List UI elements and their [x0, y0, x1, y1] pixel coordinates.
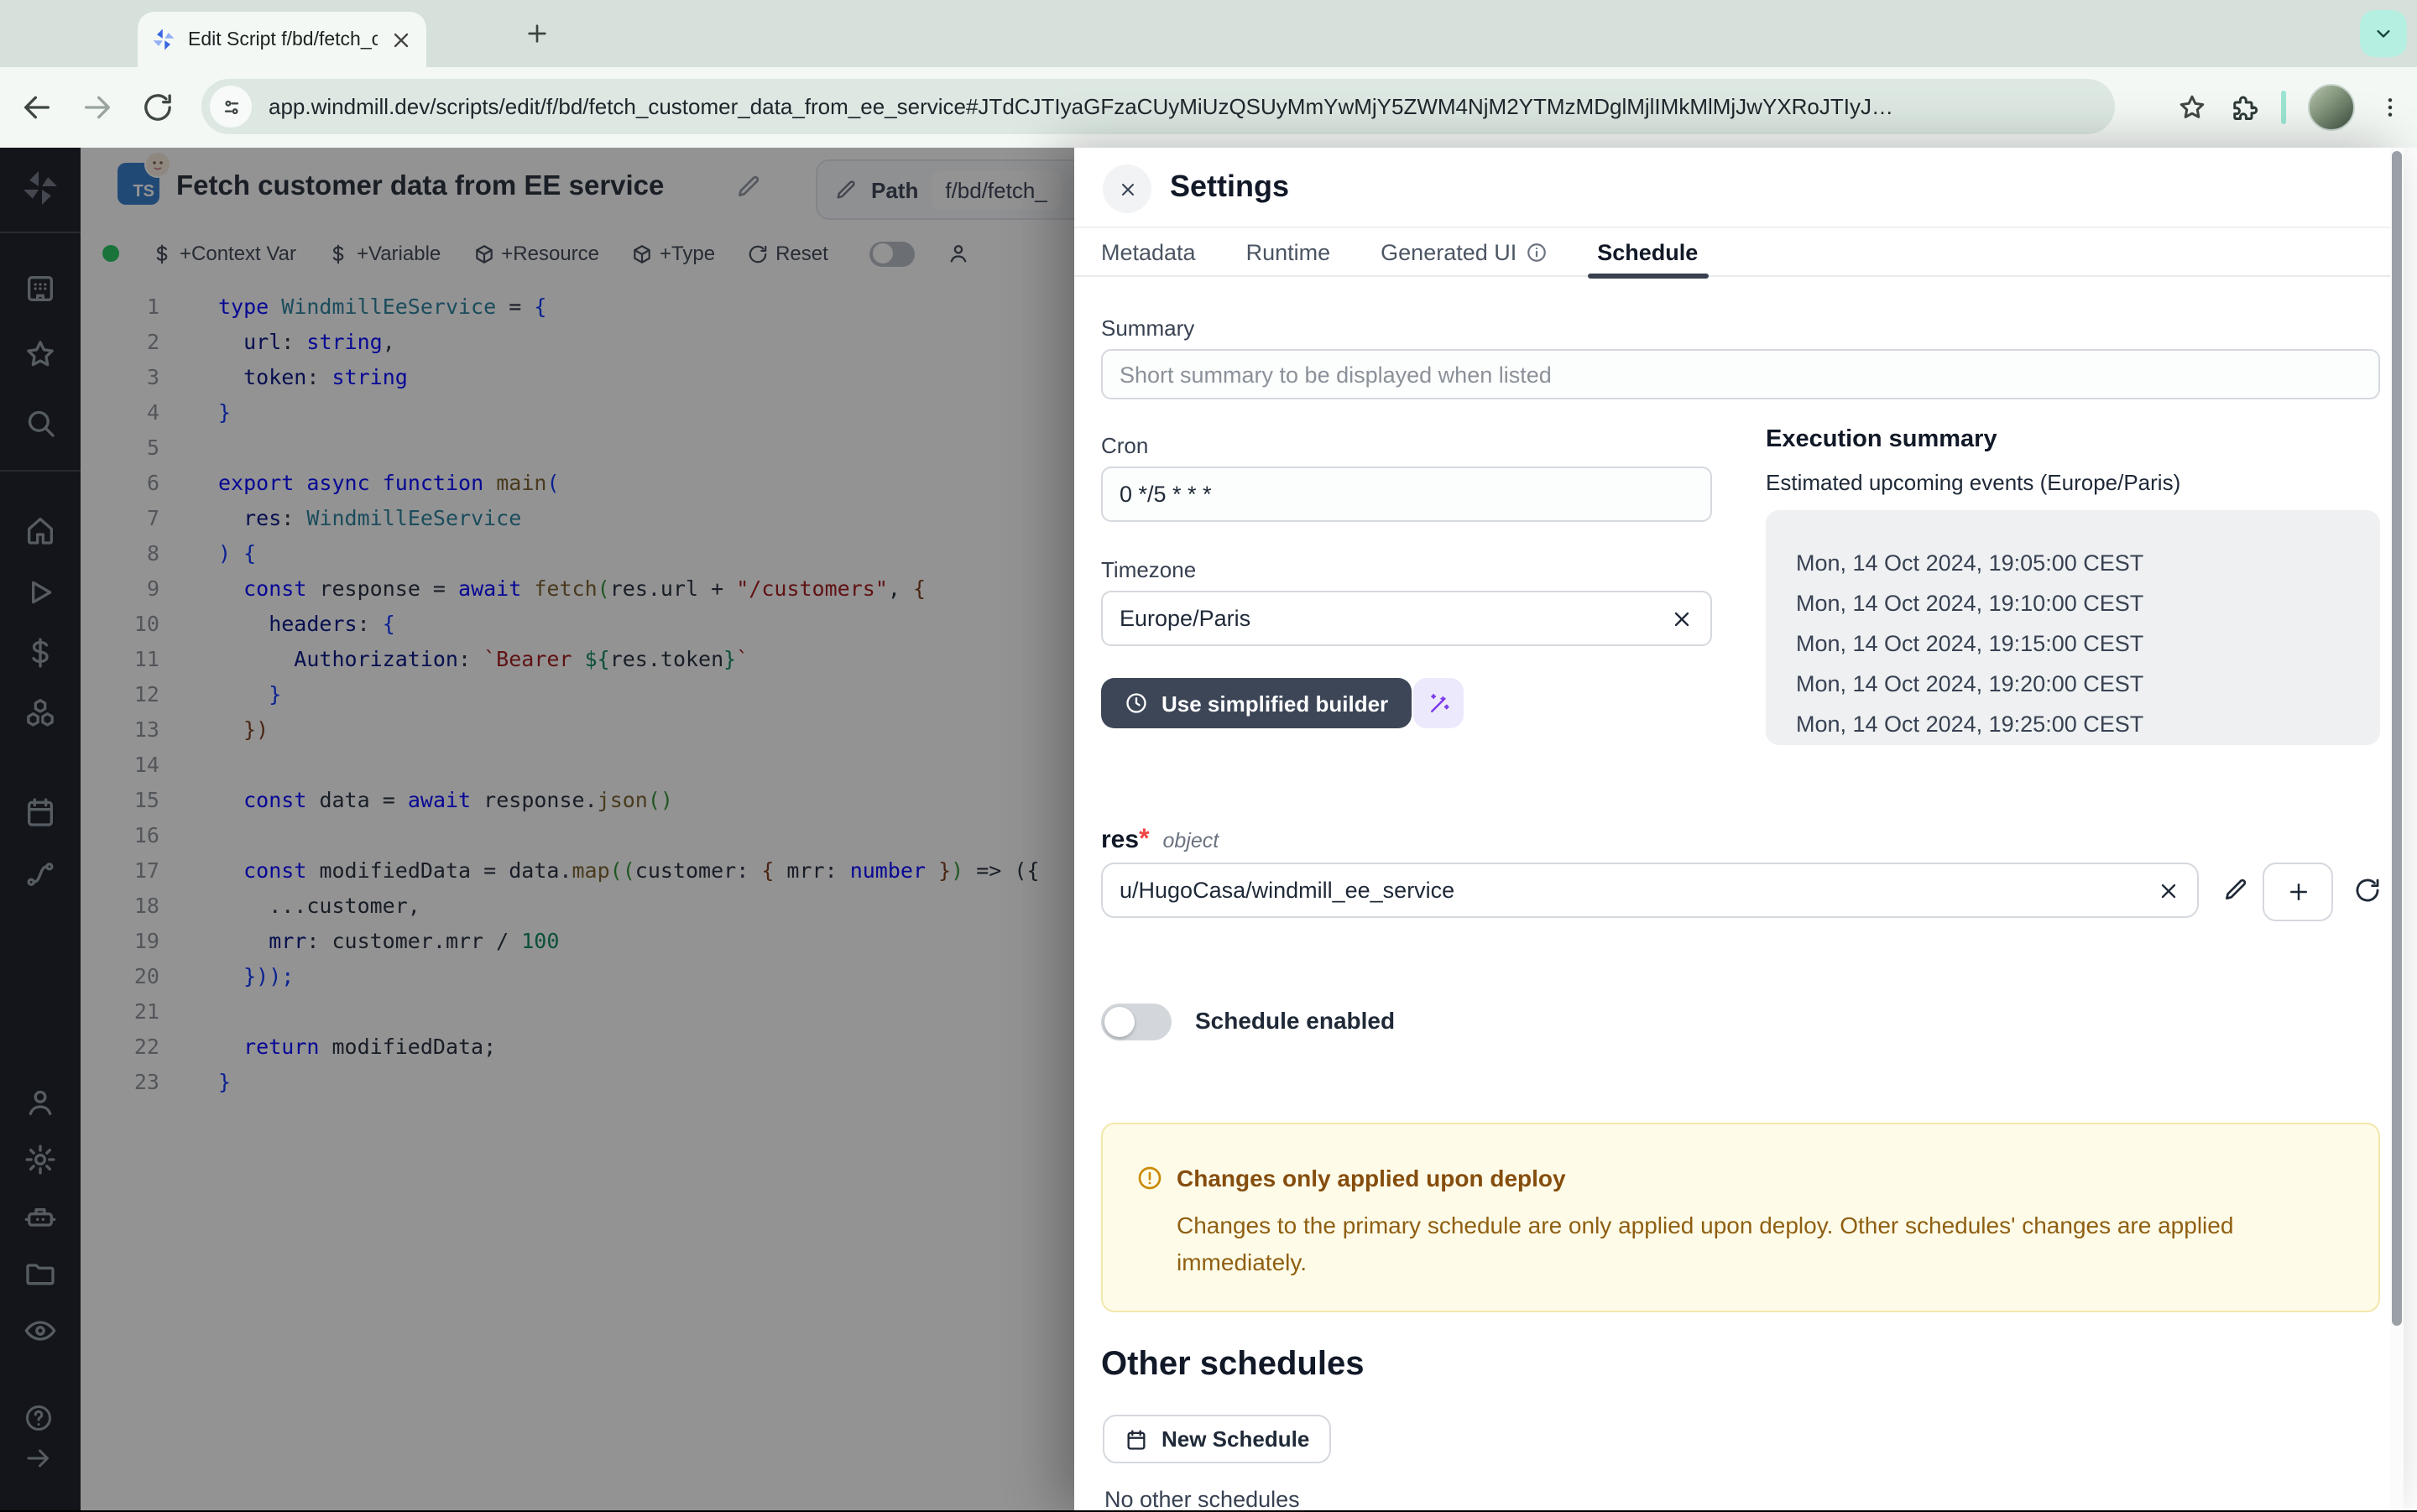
other-schedules-title: Other schedules: [1101, 1346, 1364, 1384]
settings-tabs: Metadata Runtime Generated UI Schedule: [1074, 227, 2404, 277]
tab-close-icon[interactable]: [389, 28, 413, 51]
upcoming-events-box: Mon, 14 Oct 2024, 19:05:00 CESTMon, 14 O…: [1766, 510, 2380, 745]
tab-runtime[interactable]: Runtime: [1246, 227, 1331, 277]
clock-icon: [1125, 691, 1148, 715]
warning-title: Changes only applied upon deploy: [1177, 1165, 1566, 1191]
extensions-puzzle-icon[interactable]: [2229, 92, 2259, 123]
profile-avatar[interactable]: [2308, 84, 2355, 131]
bookmark-star-icon[interactable]: [2177, 92, 2207, 123]
cron-label: Cron: [1101, 433, 1148, 458]
back-button[interactable]: [20, 91, 54, 124]
execution-summary-title: Execution summary: [1766, 426, 1997, 453]
new-schedule-button[interactable]: New Schedule: [1103, 1415, 1331, 1463]
plus-icon: [2285, 879, 2310, 905]
res-field-type: object: [1163, 829, 1219, 852]
windmill-app-window: Edit Script f/bd/fetch_custom app.windmi…: [0, 0, 2417, 1510]
browser-menu-button[interactable]: [2377, 94, 2404, 121]
res-input[interactable]: u/HugoCasa/windmill_ee_service: [1101, 863, 2199, 918]
simplified-builder-button[interactable]: Use simplified builder: [1101, 678, 1412, 728]
site-settings-button[interactable]: [210, 86, 252, 128]
execution-summary-subtitle: Estimated upcoming events (Europe/Paris): [1766, 470, 2180, 495]
schedule-enabled-label: Schedule enabled: [1195, 1007, 1395, 1034]
res-add-button[interactable]: [2263, 863, 2333, 921]
browser-tab[interactable]: Edit Script f/bd/fetch_custom: [138, 12, 426, 67]
calendar-icon: [1125, 1427, 1148, 1451]
timezone-clear-icon[interactable]: [1670, 607, 1694, 630]
res-refresh-icon[interactable]: [2353, 876, 2382, 905]
warning-body: Changes to the primary schedule are only…: [1177, 1207, 2311, 1280]
panel-scrollbar[interactable]: [2390, 148, 2404, 1510]
timezone-label: Timezone: [1101, 557, 1196, 582]
ai-cron-button[interactable]: [1413, 678, 1464, 728]
new-schedule-label: New Schedule: [1162, 1426, 1309, 1452]
tab-title: Edit Script f/bd/fetch_custom: [188, 29, 378, 50]
settings-title: Settings: [1170, 169, 1289, 205]
extension-pin-indicator: [2281, 91, 2286, 124]
alert-circle-icon: [1136, 1165, 1163, 1191]
no-other-schedules-text: No other schedules: [1104, 1487, 1300, 1512]
url-text: app.windmill.dev/scripts/edit/f/bd/fetch…: [269, 94, 1893, 119]
deploy-warning-box: Changes only applied upon deploy Changes…: [1101, 1123, 2380, 1312]
res-field-header: res* object: [1101, 826, 1219, 856]
summary-input[interactable]: Short summary to be displayed when liste…: [1101, 349, 2380, 399]
upcoming-event: Mon, 14 Oct 2024, 19:10:00 CEST: [1796, 584, 2380, 624]
res-field-name: res: [1101, 826, 1139, 854]
res-clear-icon[interactable]: [2157, 879, 2180, 902]
required-mark: *: [1139, 826, 1149, 854]
upcoming-event: Mon, 14 Oct 2024, 19:25:00 CEST: [1796, 705, 2380, 745]
schedule-enabled-toggle[interactable]: [1101, 1004, 1172, 1040]
tune-icon: [219, 95, 243, 118]
tab-schedule[interactable]: Schedule: [1597, 227, 1698, 277]
windmill-favicon: [151, 27, 176, 52]
address-bar[interactable]: app.windmill.dev/scripts/edit/f/bd/fetch…: [201, 79, 2115, 134]
chevron-down-icon: [2372, 22, 2395, 45]
close-settings-button[interactable]: [1103, 164, 1151, 213]
upcoming-event: Mon, 14 Oct 2024, 19:05:00 CEST: [1796, 544, 2380, 584]
cron-input[interactable]: 0 */5 * * *: [1101, 467, 1712, 522]
info-icon: [1525, 241, 1547, 263]
res-edit-pencil-icon[interactable]: [2222, 876, 2249, 903]
browser-toolbar: app.windmill.dev/scripts/edit/f/bd/fetch…: [0, 67, 2417, 148]
close-icon: [1117, 179, 1137, 199]
new-tab-button[interactable]: [524, 20, 551, 47]
magic-wand-icon: [1426, 691, 1451, 716]
timezone-input[interactable]: Europe/Paris: [1101, 591, 1712, 646]
settings-panel: Settings Metadata Runtime Generated UI Sche…: [1074, 148, 2404, 1510]
tab-metadata[interactable]: Metadata: [1101, 227, 1196, 277]
scrollbar-thumb[interactable]: [2392, 151, 2402, 1326]
reload-button[interactable]: [141, 91, 175, 124]
cron-value: 0 */5 * * *: [1120, 482, 1212, 507]
timezone-value: Europe/Paris: [1120, 606, 1250, 631]
summary-label: Summary: [1101, 315, 1194, 341]
upcoming-event: Mon, 14 Oct 2024, 19:20:00 CEST: [1796, 665, 2380, 705]
modal-dim-overlay[interactable]: [0, 148, 1074, 1510]
tab-search-button[interactable]: [2360, 10, 2407, 57]
res-value: u/HugoCasa/windmill_ee_service: [1120, 878, 1454, 903]
forward-button[interactable]: [81, 91, 114, 124]
tab-generated-ui[interactable]: Generated UI: [1381, 227, 1547, 277]
upcoming-event: Mon, 14 Oct 2024, 19:15:00 CEST: [1796, 624, 2380, 665]
simplified-builder-label: Use simplified builder: [1162, 691, 1388, 716]
browser-tab-strip: Edit Script f/bd/fetch_custom: [0, 0, 2417, 67]
summary-placeholder: Short summary to be displayed when liste…: [1120, 362, 1552, 387]
